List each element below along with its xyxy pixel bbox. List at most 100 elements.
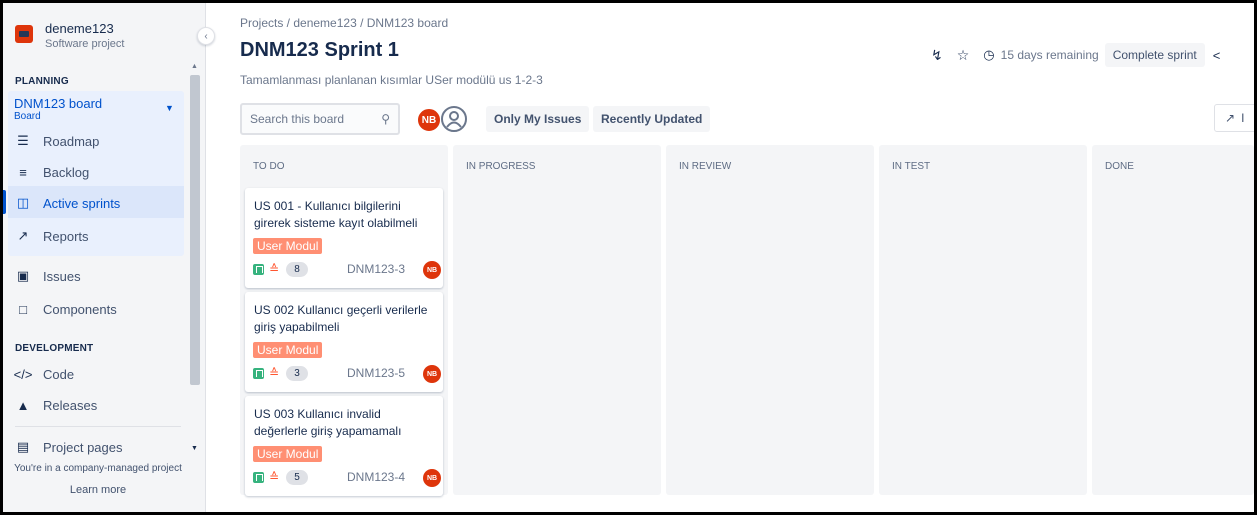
active-item-indicator [3,190,6,214]
column-title: IN TEST [892,161,931,172]
sidebar-item-code[interactable]: </> Code [13,366,75,382]
backlog-icon: ≡ [19,164,27,180]
search-input[interactable]: Search this board ⚲ [240,103,400,135]
clock-icon: ◷ [983,47,995,62]
sidebar-item-reports[interactable]: ↗ Reports [15,228,89,244]
sidebar-divider [15,426,181,427]
project-type: Software project [45,38,125,50]
sidebar-item-label: Active sprints [43,195,121,211]
insights-button[interactable]: ↗ I [1214,104,1254,132]
board-name: DNM123 board [14,96,103,111]
issues-icon: ▣ [16,268,30,283]
scroll-down-icon[interactable]: ▼ [191,445,198,452]
column-title: IN REVIEW [679,161,732,172]
sidebar-item-label: Project pages [43,439,123,455]
board-selector[interactable]: DNM123 board Board [14,96,102,123]
recently-updated-button[interactable]: Recently Updated [593,106,711,132]
project-name: deneme123 [45,21,114,36]
priority-high-icon: ≙ [269,366,280,380]
sidebar-item-label: Roadmap [43,133,100,149]
insights-label: I [1241,111,1245,125]
sidebar-item-label: Components [43,301,117,317]
board-icon: ◫ [16,195,30,210]
column-in-test: IN TEST [879,145,1087,495]
column-in-progress: IN PROGRESS [453,145,661,495]
board-sub: Board [14,111,41,122]
breadcrumb[interactable]: Projects / deneme123 / DNM123 board [240,16,448,30]
search-icon: ⚲ [381,112,390,126]
story-points: 8 [286,262,308,277]
project-header[interactable]: deneme123 Software project [15,21,124,51]
only-my-issues-button[interactable]: Only My Issues [486,106,590,132]
card-title: US 003 Kullanıcı invalid değerlerle giri… [254,407,402,438]
planning-section-label: PLANNING [15,76,69,87]
complete-sprint-button[interactable]: Complete sprint [1104,43,1205,67]
priority-high-icon: ≙ [269,262,280,276]
collapse-sidebar-button[interactable]: ‹ [197,27,215,45]
sidebar-item-components[interactable]: □ Components [15,301,117,317]
story-icon [253,472,264,483]
scroll-up-icon[interactable]: ▲ [191,63,198,70]
assignee-avatar[interactable]: NB [423,469,441,487]
page-title: DNM123 Sprint 1 [240,39,399,61]
chevron-down-icon[interactable]: ▼ [165,103,174,113]
sidebar-item-label: Reports [43,228,89,244]
project-avatar-icon [15,25,33,43]
sidebar-item-project-pages[interactable]: ▤ Project pages [15,439,123,455]
issue-key[interactable]: DNM123-5 [347,366,405,380]
column-title: TO DO [253,161,285,172]
reports-icon: ↗ [17,228,29,243]
development-section-label: DEVELOPMENT [15,343,94,354]
app-window: deneme123 Software project PLANNING DNM1… [3,3,1254,512]
learn-more-link[interactable]: Learn more [3,484,193,496]
sidebar-item-label: Issues [43,268,81,284]
sidebar-item-label: Backlog [43,164,90,180]
releases-icon: ▲ [16,397,30,413]
sidebar-scrollbar[interactable] [190,75,200,385]
epic-label: User Modul [253,342,323,358]
header-actions: ↯ ☆ ◷ 15 days remaining Complete sprint … [931,43,1220,67]
card-title: US 002 Kullanıcı geçerli verilerle giriş… [254,303,428,334]
star-icon[interactable]: ☆ [957,47,970,64]
assignee-avatar[interactable]: NB [423,365,441,383]
company-managed-note: You're in a company-managed project [14,463,182,474]
column-done: DONE [1092,145,1254,495]
insights-icon: ↗ [1225,111,1236,125]
roadmap-icon: ☰ [17,133,29,148]
story-icon [253,368,264,379]
epic-label: User Modul [253,238,323,254]
days-remaining: 15 days remaining [1000,48,1099,62]
issue-card[interactable]: US 001 - Kullanıcı bilgilerini girerek s… [245,188,443,288]
epic-label: User Modul [253,446,323,462]
story-points: 5 [286,470,308,485]
search-placeholder: Search this board [250,112,345,126]
components-icon: □ [19,301,27,317]
user-avatar-icon[interactable] [441,106,467,132]
sidebar-item-releases[interactable]: ▲ Releases [15,397,98,413]
story-points: 3 [286,366,308,381]
code-icon: </> [13,366,33,382]
priority-high-icon: ≙ [269,470,280,484]
assignee-avatar[interactable]: NB [423,261,441,279]
lightning-icon[interactable]: ↯ [931,47,943,64]
column-todo: TO DO US 001 - Kullanıcı bilgilerini gir… [240,145,448,496]
issue-card[interactable]: US 003 Kullanıcı invalid değerlerle giri… [245,396,443,496]
sidebar-item-label: Code [43,366,75,382]
column-title: IN PROGRESS [466,161,536,172]
column-title: DONE [1105,161,1134,172]
issue-key[interactable]: DNM123-4 [347,470,405,484]
share-icon[interactable]: < [1213,48,1221,63]
story-icon [253,264,264,275]
sidebar-item-issues[interactable]: ▣ Issues [15,268,81,284]
sidebar: deneme123 Software project PLANNING DNM1… [3,3,206,512]
sidebar-item-active-sprints[interactable]: ◫ Active sprints [15,195,120,211]
sidebar-item-roadmap[interactable]: ☰ Roadmap [15,133,99,149]
sprint-goal: Tamamlanması planlanan kısımlar USer mod… [240,73,543,87]
card-title: US 001 - Kullanıcı bilgilerini girerek s… [254,199,418,230]
page-icon: ▤ [16,439,30,454]
avatar[interactable]: NB [416,107,442,133]
sidebar-item-label: Releases [43,397,98,413]
issue-key[interactable]: DNM123-3 [347,262,405,276]
issue-card[interactable]: US 002 Kullanıcı geçerli verilerle giriş… [245,292,443,392]
sidebar-item-backlog[interactable]: ≡ Backlog [15,164,89,180]
